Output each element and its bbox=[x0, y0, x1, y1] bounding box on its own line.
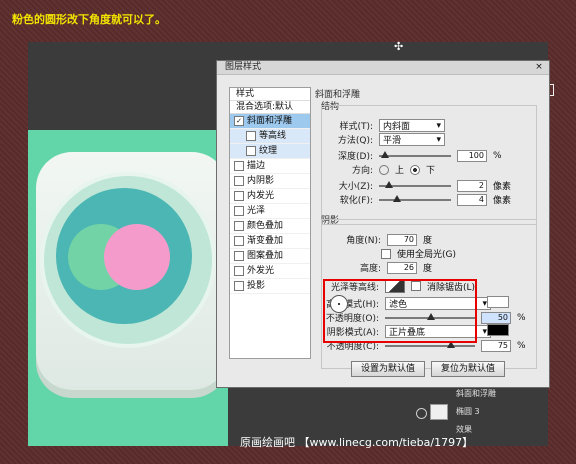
highlight-annotation-box bbox=[323, 279, 477, 343]
style-item-texture[interactable]: 纹理 bbox=[230, 144, 310, 159]
style-item-gradient-overlay[interactable]: 渐变叠加 bbox=[230, 234, 310, 249]
size-slider[interactable] bbox=[379, 180, 451, 188]
styles-header: 样式 bbox=[230, 88, 310, 101]
eye-icon[interactable] bbox=[416, 408, 427, 419]
opacity2-slider[interactable] bbox=[385, 340, 475, 348]
shadow-color-swatch[interactable] bbox=[487, 324, 509, 336]
soften-slider[interactable] bbox=[379, 194, 451, 202]
checkbox-icon[interactable] bbox=[234, 221, 244, 231]
checkbox-icon[interactable] bbox=[234, 191, 244, 201]
layer-name[interactable]: 椭圆 3 bbox=[456, 406, 480, 417]
checkbox-icon[interactable] bbox=[234, 251, 244, 261]
checkbox-icon[interactable] bbox=[234, 161, 244, 171]
style-item-pattern-overlay[interactable]: 图案叠加 bbox=[230, 249, 310, 264]
caption-text: 粉色的圆形改下角度就可以了。 bbox=[12, 13, 166, 26]
chevron-down-icon: ▾ bbox=[436, 134, 441, 145]
size-row: 大小(Z): 2 像素 bbox=[338, 179, 512, 192]
checkbox-icon[interactable] bbox=[246, 131, 256, 141]
style-select[interactable]: 内斜面 ▾ bbox=[379, 119, 445, 132]
method-select[interactable]: 平滑 ▾ bbox=[379, 133, 445, 146]
layer-style-dialog: 图层样式 × 样式 混合选项:默认 ✓ 斜面和浮雕 等高线 纹理 描边 内阴影 内… bbox=[216, 60, 550, 388]
style-row: 样式(T): 内斜面 ▾ bbox=[325, 119, 445, 132]
style-item-outer-glow[interactable]: 外发光 bbox=[230, 264, 310, 279]
chevron-down-icon: ▾ bbox=[436, 120, 441, 131]
set-default-button[interactable]: 设置为默认值 bbox=[351, 361, 425, 377]
dialog-title: 图层样式 bbox=[217, 61, 549, 75]
style-item-inner-glow[interactable]: 内发光 bbox=[230, 189, 310, 204]
move-cursor-icon: ✣ bbox=[394, 40, 404, 53]
layer-effect-name: 斜面和浮雕 bbox=[456, 389, 496, 398]
style-item-bevel[interactable]: ✓ 斜面和浮雕 bbox=[230, 114, 310, 129]
style-item-color-overlay[interactable]: 颜色叠加 bbox=[230, 219, 310, 234]
checkbox-icon[interactable]: ✓ bbox=[234, 116, 244, 126]
angle-input[interactable]: 70 bbox=[387, 233, 417, 246]
highlight-color-swatch[interactable] bbox=[487, 296, 509, 308]
depth-row: 深度(D): 100 % bbox=[338, 149, 502, 162]
checkbox-icon[interactable] bbox=[234, 206, 244, 216]
altitude-input[interactable]: 26 bbox=[387, 261, 417, 274]
checkbox-icon[interactable] bbox=[234, 176, 244, 186]
checkbox-icon[interactable] bbox=[234, 281, 244, 291]
reset-default-button[interactable]: 复位为默认值 bbox=[431, 361, 505, 377]
checkbox-icon[interactable] bbox=[234, 266, 244, 276]
footer-watermark: 原画绘画吧 【www.linecg.com/tieba/1797】 bbox=[240, 436, 474, 449]
angle-row: 角度(N): 70 度 bbox=[346, 233, 433, 246]
style-item-satin[interactable]: 光泽 bbox=[230, 204, 310, 219]
checkbox-icon[interactable] bbox=[234, 236, 244, 246]
style-item-contour[interactable]: 等高线 bbox=[230, 129, 310, 144]
direction-row: 方向: 上 下 bbox=[351, 164, 436, 176]
altitude-row: 高度: 26 度 bbox=[359, 261, 433, 274]
opacity1-input[interactable]: 50 bbox=[481, 311, 511, 324]
layer-thumbnail bbox=[430, 404, 448, 420]
close-icon[interactable]: × bbox=[533, 61, 545, 73]
pink-circle bbox=[104, 224, 170, 290]
global-light-row: 使用全局光(G) bbox=[381, 247, 456, 260]
style-item-stroke[interactable]: 描边 bbox=[230, 159, 310, 174]
style-item-inner-shadow[interactable]: 内阴影 bbox=[230, 174, 310, 189]
soften-input[interactable]: 4 bbox=[457, 193, 487, 206]
method-row: 方法(Q): 平滑 ▾ bbox=[325, 133, 445, 146]
direction-down-radio[interactable] bbox=[410, 164, 421, 175]
angle-dial[interactable] bbox=[330, 295, 348, 313]
size-input[interactable]: 2 bbox=[457, 179, 487, 192]
opacity2-input[interactable]: 75 bbox=[481, 339, 511, 352]
checkbox-icon[interactable] bbox=[246, 146, 256, 156]
blend-options-item[interactable]: 混合选项:默认 bbox=[230, 101, 310, 114]
styles-list: 样式 混合选项:默认 ✓ 斜面和浮雕 等高线 纹理 描边 内阴影 内发光 光泽 颜… bbox=[229, 87, 311, 359]
depth-input[interactable]: 100 bbox=[457, 149, 487, 162]
depth-slider[interactable] bbox=[379, 150, 451, 158]
direction-up-radio[interactable] bbox=[379, 164, 389, 175]
style-item-drop-shadow[interactable]: 投影 bbox=[230, 279, 310, 294]
global-light-checkbox[interactable] bbox=[381, 248, 391, 259]
soften-row: 软化(F): 4 像素 bbox=[339, 193, 512, 206]
